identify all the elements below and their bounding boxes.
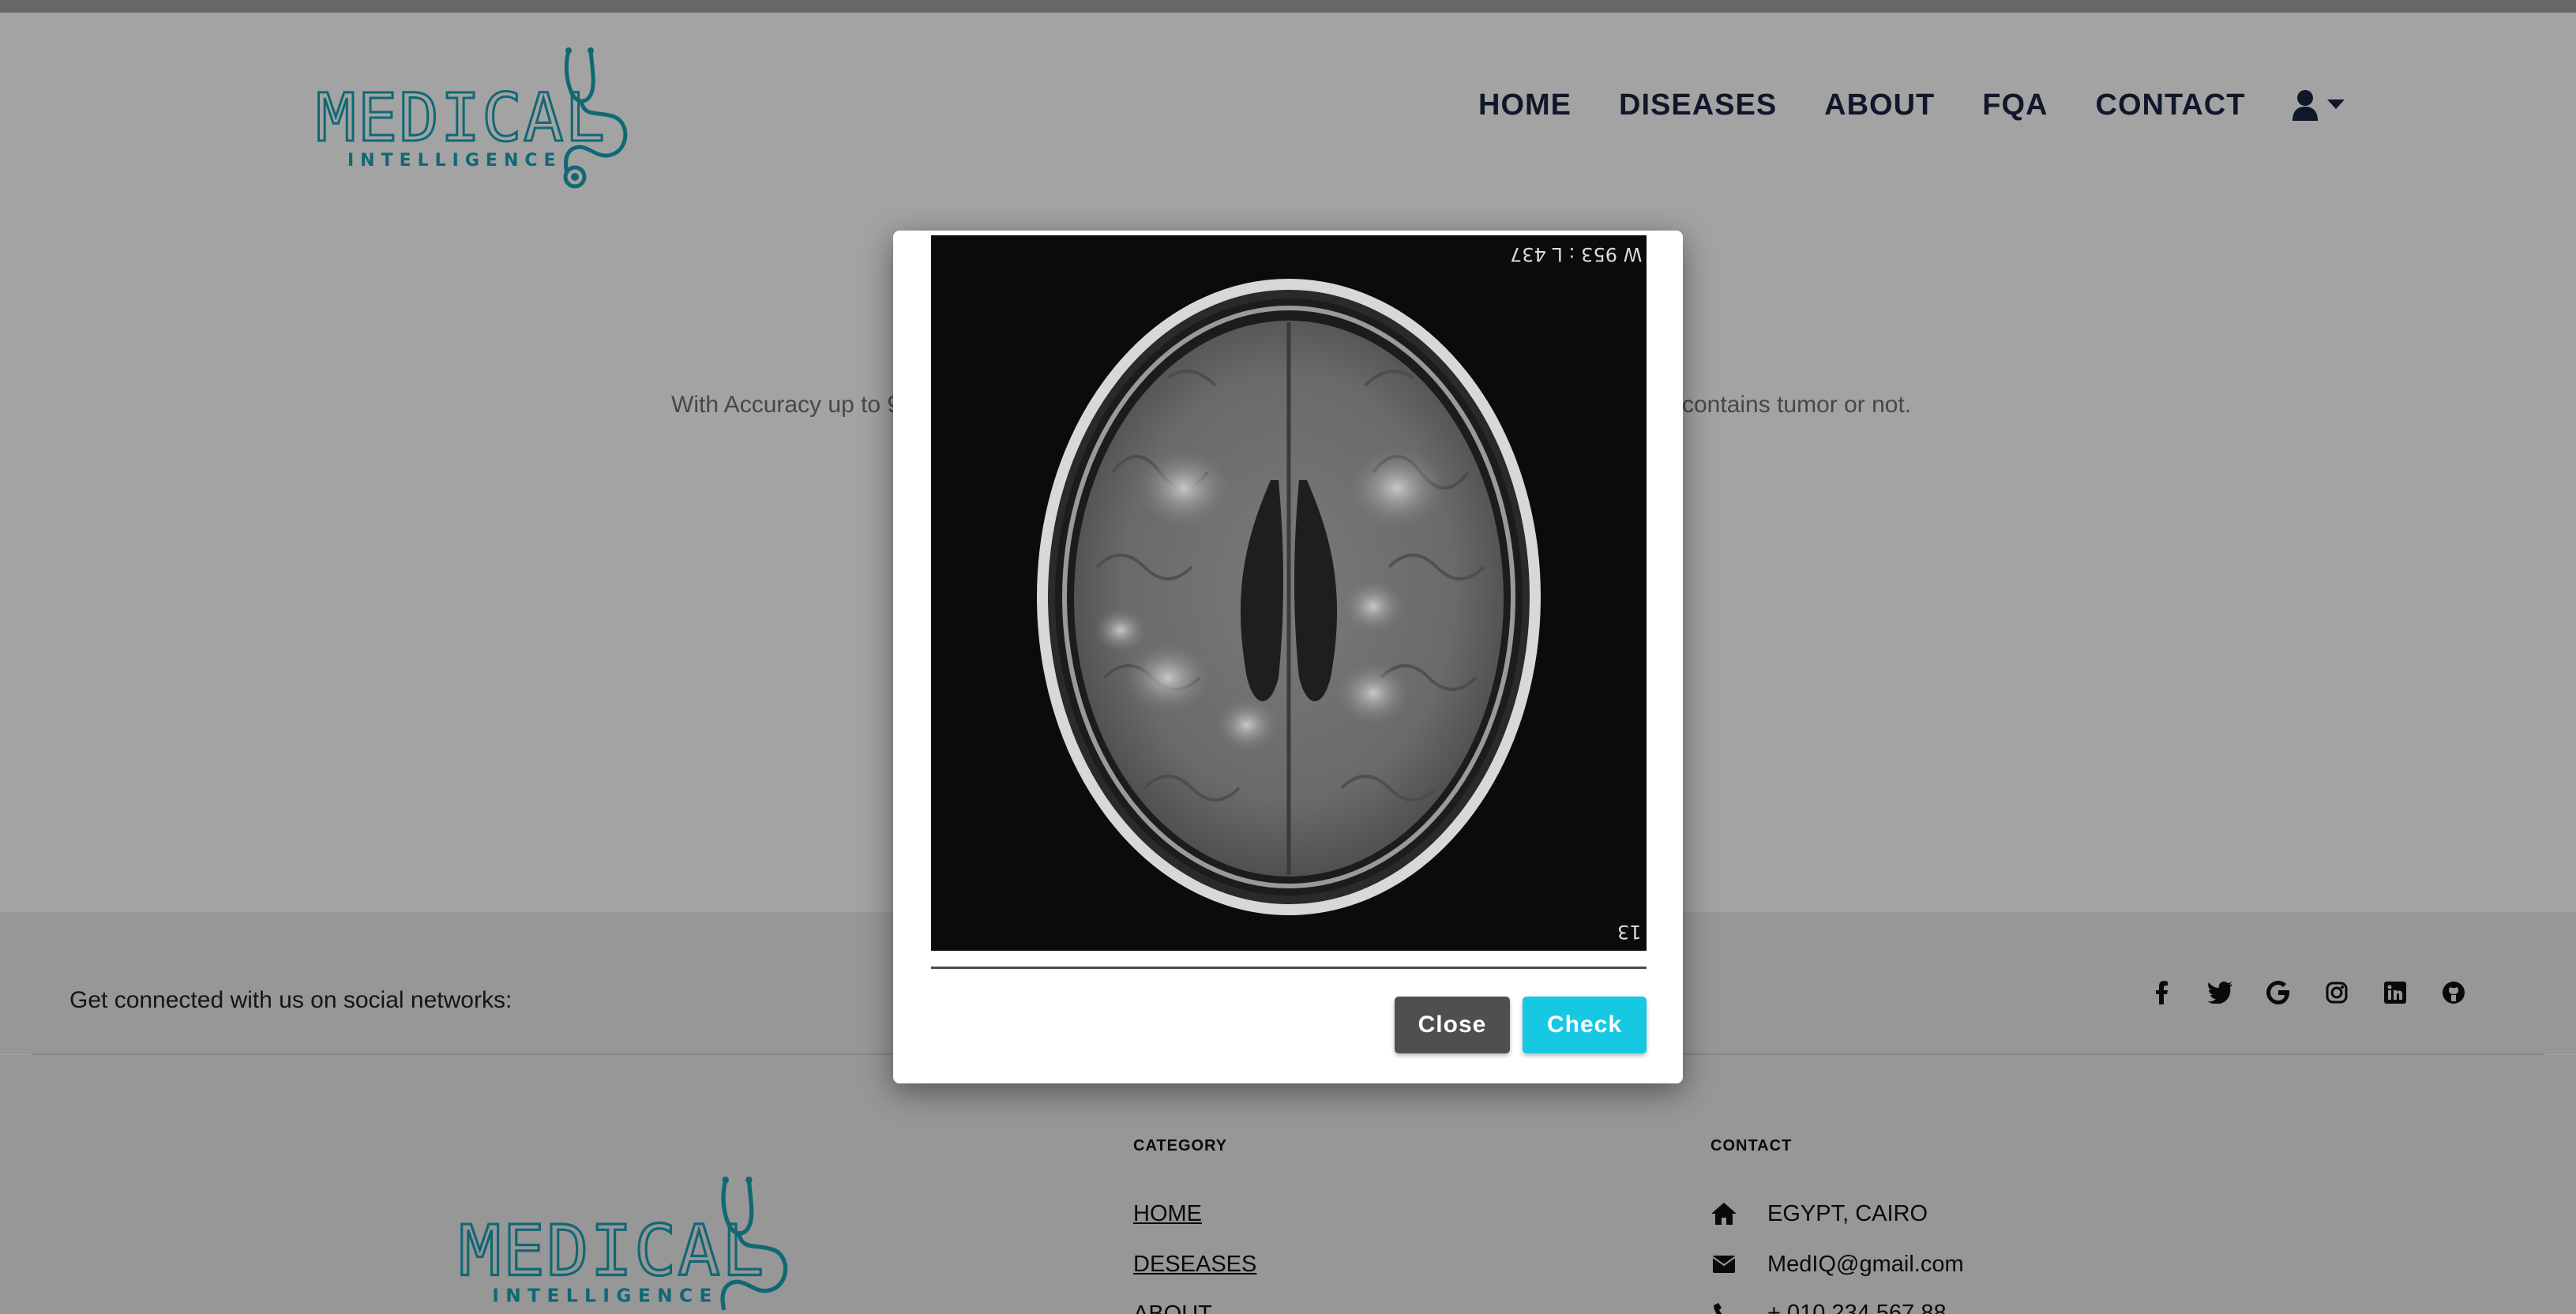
mri-slice-number: 13	[1617, 921, 1642, 943]
modal-divider	[931, 967, 1647, 969]
image-preview-modal: W 953 : L 437 13 Close Check	[893, 231, 1683, 1083]
mri-window-level-label: W 953 : L 437	[1509, 243, 1642, 265]
check-button[interactable]: Check	[1523, 997, 1647, 1053]
close-button[interactable]: Close	[1395, 997, 1510, 1053]
mri-scan-graphic	[931, 235, 1647, 951]
mri-scan-image: W 953 : L 437 13	[931, 235, 1647, 951]
